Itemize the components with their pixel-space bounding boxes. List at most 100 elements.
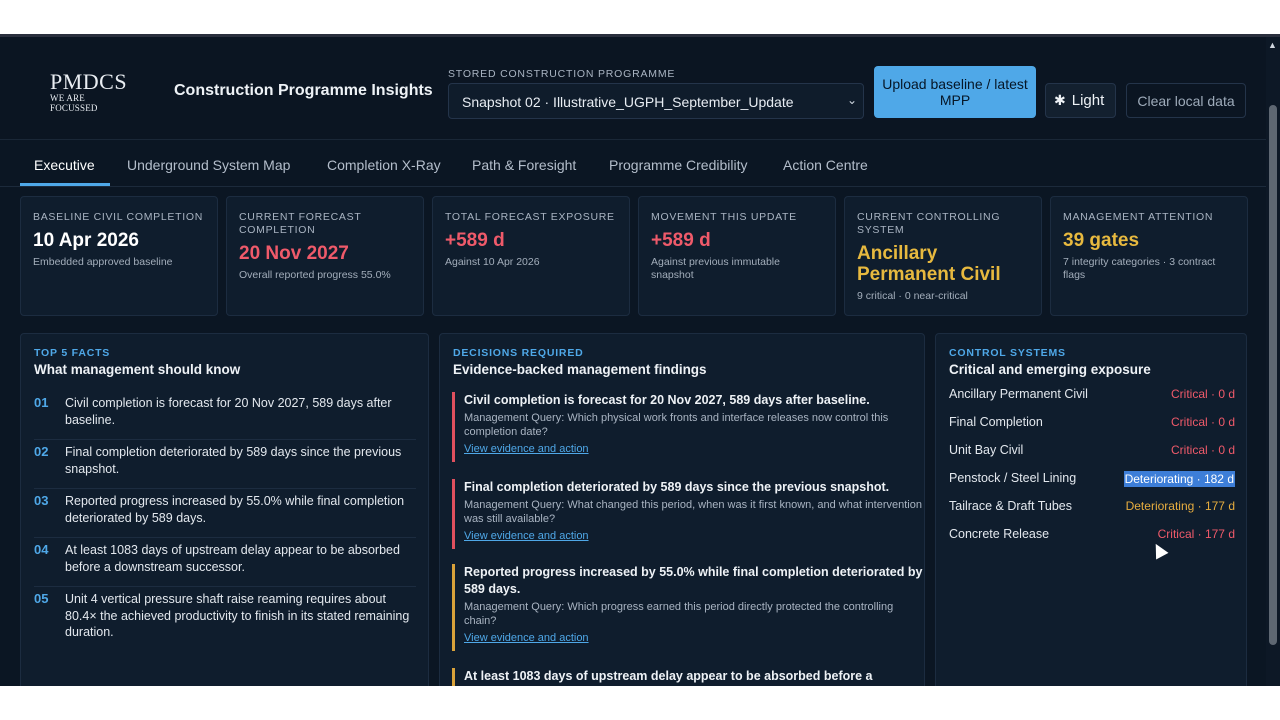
system-name: Final Completion (949, 415, 1043, 429)
tab-underground-system-map[interactable]: Underground System Map (127, 157, 290, 173)
fact-text: Unit 4 vertical pressure shaft raise rea… (65, 592, 410, 639)
programme-select[interactable]: Snapshot 02 · Illustrative_UGPH_Septembe… (448, 83, 864, 119)
table-row[interactable]: Final Completion Critical · 0 d (949, 415, 1235, 435)
status-badge: Critical · 0 d (1170, 415, 1235, 429)
top-facts-panel: TOP 5 FACTS What management should know … (20, 333, 429, 686)
kpi-subtext: Against 10 Apr 2026 (445, 256, 540, 268)
active-tab-indicator (20, 183, 110, 186)
decision-query: Management Query: Which physical work fr… (464, 412, 889, 438)
fact-number: 04 (34, 542, 49, 557)
list-item: 04 At least 1083 days of upstream delay … (34, 542, 416, 587)
top-bar: PMDCS WE ARE FOCUSSED Construction Progr… (0, 37, 1266, 140)
fact-text: At least 1083 days of upstream delay app… (65, 543, 400, 574)
control-systems-panel: CONTROL SYSTEMS Critical and emerging ex… (935, 333, 1247, 686)
table-row[interactable]: Ancillary Permanent Civil Critical · 0 d (949, 387, 1235, 407)
kpi-value: 20 Nov 2027 (239, 243, 349, 264)
view-evidence-link[interactable]: View evidence and action (464, 632, 589, 644)
kpi-label: Movement this update (651, 211, 797, 223)
panel-title: What management should know (34, 362, 241, 377)
kpi-subtext: 7 integrity categories · 3 contract flag… (1063, 256, 1216, 281)
kpi-value: 10 Apr 2026 (33, 230, 139, 251)
list-item: 03 Reported progress increased by 55.0% … (34, 493, 416, 538)
sun-icon: ✱ (1054, 92, 1066, 108)
system-name: Tailrace & Draft Tubes (949, 499, 1072, 513)
programme-selected-value: Snapshot 02 · Illustrative_UGPH_Septembe… (462, 94, 794, 110)
chevron-down-icon: ⌄ (846, 93, 857, 107)
kpi-card: Movement this update +589 d Against prev… (638, 196, 836, 316)
light-label: Light (1071, 92, 1105, 109)
decision-title: At least 1083 days of upstream delay app… (464, 669, 873, 683)
tab-path-foresight[interactable]: Path & Foresight (472, 157, 576, 173)
app-title: Construction Programme Insights (174, 82, 433, 99)
programme-label: STORED CONSTRUCTION PROGRAMME (448, 68, 676, 80)
fact-text: Final completion deteriorated by 589 day… (65, 445, 402, 476)
decision-title: Reported progress increased by 55.0% whi… (464, 565, 923, 596)
app-frame: PMDCS WE ARE FOCUSSED Construction Progr… (0, 34, 1280, 686)
fact-text: Reported progress increased by 55.0% whi… (65, 494, 405, 525)
table-row[interactable]: Tailrace & Draft Tubes Deteriorating · 1… (949, 499, 1235, 519)
tab-completion-x-ray[interactable]: Completion X-Ray (327, 157, 441, 173)
system-name: Ancillary Permanent Civil (949, 387, 1088, 401)
kpi-subtext: Overall reported progress 55.0% (239, 269, 391, 281)
list-item: 01 Civil completion is forecast for 20 N… (34, 395, 416, 440)
panel-title: Evidence-backed management findings (453, 362, 707, 377)
status-badge: Deteriorating · 182 d (1123, 471, 1235, 487)
upload-baseline-button[interactable]: Upload baseline / latest MPP (874, 66, 1036, 118)
kpi-card: Management attention 39 gates 7 integrit… (1050, 196, 1248, 316)
view-evidence-link[interactable]: View evidence and action (464, 443, 589, 455)
main-tabs: Executive Underground System Map Complet… (0, 143, 1266, 187)
scroll-thumb[interactable] (1269, 105, 1277, 645)
kpi-value: 39 gates (1063, 230, 1140, 251)
light-theme-button[interactable]: ✱ Light (1045, 83, 1116, 118)
status-badge: Deteriorating · 177 d (1125, 499, 1235, 513)
list-item: 02 Final completion deteriorated by 589 … (34, 444, 416, 489)
kpi-subtext: Embedded approved baseline (33, 256, 173, 268)
status-badge: Critical · 0 d (1170, 387, 1235, 401)
decision-query: Management Query: Which progress earned … (464, 601, 894, 627)
table-row[interactable]: Penstock / Steel Lining Deteriorating · … (949, 471, 1235, 491)
tab-executive[interactable]: Executive (34, 157, 95, 173)
fact-number: 02 (34, 444, 49, 459)
system-name: Unit Bay Civil (949, 443, 1024, 457)
panel-eyebrow: TOP 5 FACTS (34, 347, 111, 359)
kpi-value: +589 d (651, 230, 711, 251)
list-item: 05 Unit 4 vertical pressure shaft raise … (34, 591, 416, 651)
arrow-up-icon[interactable]: ▲ (1268, 40, 1277, 50)
kpi-value: Ancillary Permanent Civil (857, 243, 1001, 285)
kpi-label: Total forecast exposure (445, 211, 615, 223)
decision-title: Final completion deteriorated by 589 day… (464, 480, 890, 494)
status-badge: Critical · 0 d (1170, 443, 1235, 457)
decision-card: Civil completion is forecast for 20 Nov … (452, 392, 924, 462)
table-row[interactable]: Concrete Release Critical · 177 d (949, 527, 1235, 547)
kpi-card: Current controlling system Ancillary Per… (844, 196, 1042, 316)
tab-programme-credibility[interactable]: Programme Credibility (609, 157, 747, 173)
decisions-panel: DECISIONS REQUIRED Evidence-backed manag… (439, 333, 925, 686)
decision-title: Civil completion is forecast for 20 Nov … (464, 393, 870, 407)
page-scrollbar[interactable]: ▲ (1266, 37, 1280, 686)
system-name: Concrete Release (949, 527, 1050, 541)
tab-action-centre[interactable]: Action Centre (783, 157, 868, 173)
kpi-card: Current forecast completion 20 Nov 2027 … (226, 196, 424, 316)
company-logo: PMDCS WE ARE FOCUSSED (50, 69, 132, 114)
logo-tagline: WE ARE FOCUSSED (50, 93, 98, 113)
fact-number: 05 (34, 591, 49, 606)
view-evidence-link[interactable]: View evidence and action (464, 530, 589, 542)
kpi-card: Baseline civil completion 10 Apr 2026 Em… (20, 196, 218, 316)
panel-eyebrow: CONTROL SYSTEMS (949, 347, 1066, 359)
status-badge: Critical · 177 d (1157, 527, 1235, 541)
clear-local-data-button[interactable]: Clear local data (1126, 83, 1246, 118)
system-name: Penstock / Steel Lining (949, 471, 1077, 485)
kpi-label: Current controlling system (857, 211, 1001, 236)
kpi-label: Management attention (1063, 211, 1214, 223)
fact-text: Civil completion is forecast for 20 Nov … (65, 396, 392, 427)
panel-eyebrow: DECISIONS REQUIRED (453, 347, 584, 359)
decision-card: Reported progress increased by 55.0% whi… (452, 564, 924, 651)
fact-number: 01 (34, 395, 49, 410)
kpi-card: Total forecast exposure +589 d Against 1… (432, 196, 630, 316)
table-row[interactable]: Unit Bay Civil Critical · 0 d (949, 443, 1235, 463)
kpi-subtext: Against previous immutable snapshot (651, 256, 780, 281)
panel-title: Critical and emerging exposure (949, 362, 1151, 377)
kpi-subtext: 9 critical · 0 near-critical (857, 290, 968, 302)
decision-card: Final completion deteriorated by 589 day… (452, 479, 924, 549)
logo-main: PMDCS (50, 69, 128, 94)
